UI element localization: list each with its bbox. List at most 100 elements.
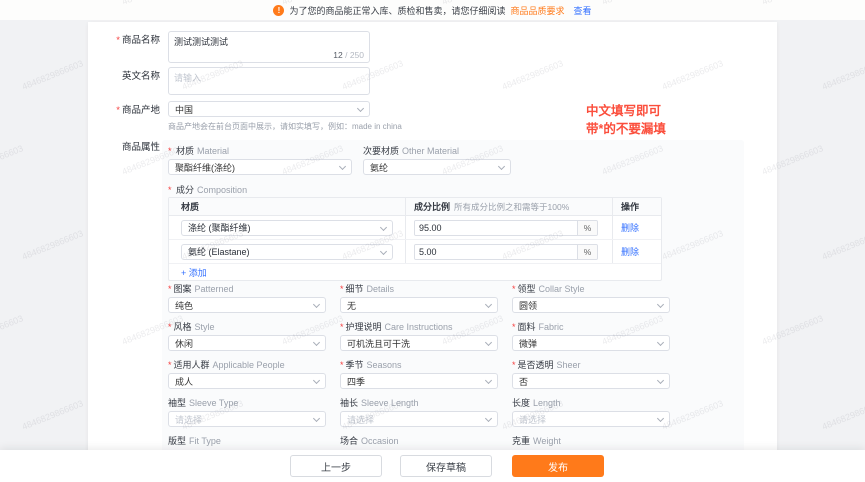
header-material: 材质 (181, 200, 199, 213)
other-material-label-en: Other Material (402, 146, 459, 156)
product-name-field: 测试测试测试 12 / 250 (168, 31, 370, 63)
patterned-label: 图案Patterned (168, 284, 234, 295)
seasons-select[interactable]: 四季 (340, 373, 498, 389)
chevron-down-icon (339, 163, 346, 170)
select-value: 休闲 (175, 337, 193, 350)
select-value: 微弹 (519, 337, 537, 350)
add-composition-link[interactable]: + 添加 (181, 266, 207, 279)
composition-row: 氨纶 (Elastane) % 删除 (169, 240, 661, 264)
chevron-down-icon (313, 415, 320, 422)
label-cn: 版型 (168, 436, 186, 446)
sleeve-length-select[interactable]: 请选择 (340, 411, 498, 427)
label-en: Occasion (361, 436, 399, 446)
label-cn: 风格 (174, 322, 192, 332)
label-en: Patterned (195, 284, 234, 294)
label-cn: 场合 (340, 436, 358, 446)
ratio-input[interactable] (415, 245, 577, 259)
composition-header-row: 材质 成分比例所有成分比例之和需等于100% 操作 (169, 198, 661, 216)
delete-row-link[interactable]: 删除 (621, 245, 639, 258)
label-en: Seasons (367, 360, 402, 370)
product-name-label: 商品名称 (98, 35, 160, 47)
chevron-down-icon (313, 377, 320, 384)
label-cn: 袖长 (340, 398, 358, 408)
length-label: 长度Length (512, 398, 561, 409)
style-label: 风格Style (168, 322, 215, 333)
ratio-input[interactable] (415, 221, 577, 235)
label-cn: 长度 (512, 398, 530, 408)
origin-hint: 商品产地会在前台页面中展示，请如实填写，例如：made in china (168, 121, 402, 132)
composition-row: 涤纶 (聚酯纤维) % 删除 (169, 216, 661, 240)
fabric-select[interactable]: 微弹 (512, 335, 670, 351)
origin-value: 中国 (175, 103, 193, 116)
delete-row-link[interactable]: 删除 (621, 221, 639, 234)
notice-banner: ! 为了您的商品能正常入库、质检和售卖，请您仔细阅读 商品品质要求 查看 (0, 0, 865, 20)
collar-style-select[interactable]: 圆领 (512, 297, 670, 313)
material-label: 材质Material (168, 146, 229, 157)
select-value: 成人 (175, 375, 193, 388)
length-select[interactable]: 请选择 (512, 411, 670, 427)
ratio-input-group: % (414, 220, 598, 236)
warning-icon: ! (273, 5, 284, 16)
label-cn: 领型 (518, 284, 536, 294)
label-en: Sleeve Type (189, 398, 238, 408)
material-label-cn: 材质 (176, 146, 194, 156)
label-en: Care Instructions (385, 322, 453, 332)
applicable-people-label: 适用人群Applicable People (168, 360, 285, 371)
composition-footer-row: + 添加 (169, 264, 661, 280)
label-cn: 面料 (518, 322, 536, 332)
previous-step-button[interactable]: 上一步 (290, 455, 382, 477)
label-cn: 适用人群 (174, 360, 210, 370)
material-select[interactable]: 聚酯纤维(涤纶) (168, 159, 352, 175)
applicable-people-select[interactable]: 成人 (168, 373, 326, 389)
select-value: 四季 (347, 375, 365, 388)
label-en: Fabric (539, 322, 564, 332)
sheer-select[interactable]: 否 (512, 373, 670, 389)
label-cn: 图案 (174, 284, 192, 294)
composition-material-select[interactable]: 氨纶 (Elastane) (181, 244, 393, 260)
label-cn: 细节 (346, 284, 364, 294)
chevron-down-icon (380, 223, 387, 230)
style-select[interactable]: 休闲 (168, 335, 326, 351)
char-counter: 12 / 250 (333, 50, 364, 60)
watermark-text: 4846829866603 (820, 228, 865, 262)
label-cn: 护理说明 (346, 322, 382, 332)
sleeve-type-label: 袖型Sleeve Type (168, 398, 238, 409)
select-placeholder: 请选择 (519, 413, 546, 426)
publish-button[interactable]: 发布 (512, 455, 604, 477)
fabric-label: 面料Fabric (512, 322, 564, 333)
watermark-text: 4846829866603 (20, 58, 84, 92)
composition-label-en: Composition (197, 185, 247, 195)
select-value: 可机洗且可干洗 (347, 337, 410, 350)
save-draft-button[interactable]: 保存草稿 (400, 455, 492, 477)
label-en: Collar Style (539, 284, 585, 294)
other-material-select[interactable]: 氨纶 (363, 159, 511, 175)
sheer-label: 是否透明Sheer (512, 360, 581, 371)
banner-message: 为了您的商品能正常入库、质检和售卖，请您仔细阅读 (289, 4, 505, 17)
watermark-text: 4846829866603 (0, 313, 25, 347)
quality-requirements-link[interactable]: 商品品质要求 (510, 4, 564, 17)
char-count-current: 12 (333, 50, 342, 60)
origin-label: 商品产地 (98, 105, 160, 117)
fit-type-label: 版型Fit Type (168, 436, 221, 447)
select-value: 无 (347, 299, 356, 312)
care-instructions-select[interactable]: 可机洗且可干洗 (340, 335, 498, 351)
patterned-select[interactable]: 纯色 (168, 297, 326, 313)
english-name-input[interactable] (169, 68, 369, 94)
label-en: Weight (533, 436, 561, 446)
view-link[interactable]: 查看 (574, 4, 592, 17)
origin-select[interactable]: 中国 (168, 101, 370, 117)
select-value: 否 (519, 375, 528, 388)
other-material-label: 次要材质Other Material (363, 146, 459, 157)
other-material-label-cn: 次要材质 (363, 146, 399, 156)
select-value: 纯色 (175, 299, 193, 312)
chevron-down-icon (657, 377, 664, 384)
chevron-down-icon (657, 415, 664, 422)
watermark-text: 4846829866603 (820, 398, 865, 432)
form-card: 商品名称 测试测试测试 12 / 250 英文名称 商品产地 中国 商品产地会在… (88, 22, 777, 482)
details-select[interactable]: 无 (340, 297, 498, 313)
composition-material-select[interactable]: 涤纶 (聚酯纤维) (181, 220, 393, 236)
label-en: Sheer (557, 360, 581, 370)
composition-label-cn: 成分 (176, 185, 194, 195)
label-cn: 是否透明 (518, 360, 554, 370)
sleeve-type-select[interactable]: 请选择 (168, 411, 326, 427)
